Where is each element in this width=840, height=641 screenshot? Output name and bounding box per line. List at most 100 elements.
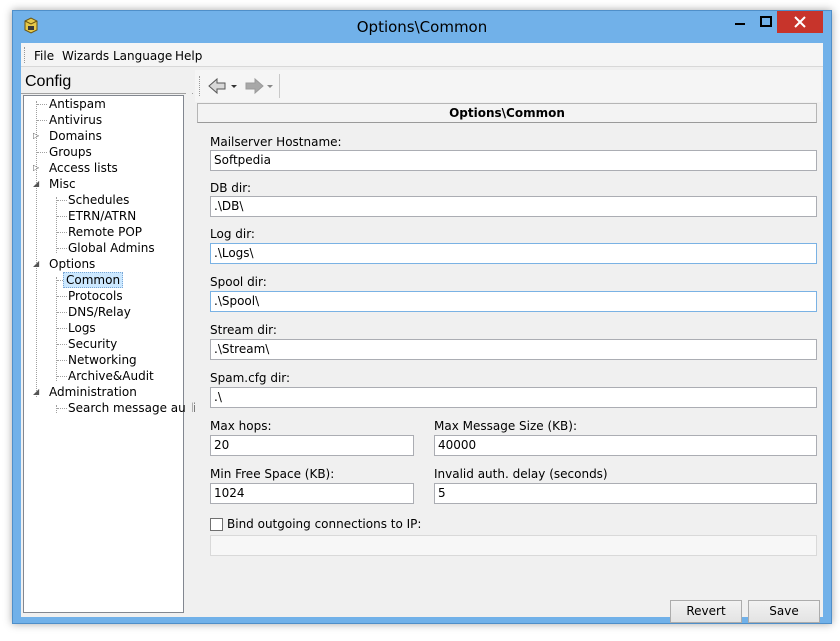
menu-help[interactable]: Help bbox=[175, 49, 202, 63]
log-dir-input[interactable]: .\Logs\ bbox=[210, 243, 817, 264]
menu-language[interactable]: Language bbox=[113, 49, 172, 63]
tree-label: Antispam bbox=[49, 97, 106, 111]
tree-label: Schedules bbox=[68, 193, 130, 207]
tree-label: Misc bbox=[49, 177, 76, 191]
toolbar-grip bbox=[199, 76, 200, 96]
tree-item-antispam[interactable]: Antispam bbox=[47, 97, 108, 113]
tree-line bbox=[37, 152, 47, 153]
forward-button[interactable] bbox=[243, 76, 277, 96]
tree-item-archive-audit[interactable]: Archive&Audit bbox=[66, 369, 156, 385]
tree-item-global-admins[interactable]: Global Admins bbox=[66, 241, 157, 257]
maximize-icon bbox=[760, 16, 772, 27]
max-size-label: Max Message Size (KB): bbox=[434, 419, 577, 433]
menu-grip bbox=[24, 47, 27, 63]
maximize-button[interactable] bbox=[753, 11, 779, 33]
tree-item-logs[interactable]: Logs bbox=[66, 321, 98, 337]
splitter[interactable] bbox=[186, 70, 192, 615]
tree-label: Domains bbox=[49, 129, 102, 143]
bind-ip-label: Bind outgoing connections to IP: bbox=[227, 517, 422, 531]
spamcfg-dir-input[interactable]: .\ bbox=[210, 387, 817, 408]
tree-label: Common bbox=[63, 272, 124, 288]
bind-ip-checkbox[interactable] bbox=[210, 518, 223, 531]
collapse-icon[interactable]: ◢ bbox=[33, 260, 41, 268]
minimize-button[interactable] bbox=[727, 11, 753, 33]
tree-label: Antivirus bbox=[49, 113, 103, 127]
tree-label: Logs bbox=[68, 321, 96, 335]
menu-file[interactable]: File bbox=[34, 49, 54, 63]
hostname-input[interactable]: Softpedia bbox=[210, 150, 817, 171]
tree-label: Options bbox=[49, 257, 96, 271]
spamcfg-dir-label: Spam.cfg dir: bbox=[210, 371, 291, 385]
close-button[interactable] bbox=[777, 11, 823, 33]
auth-delay-input[interactable]: 5 bbox=[434, 483, 817, 504]
tree-line bbox=[37, 104, 47, 105]
tree-item-antivirus[interactable]: Antivirus bbox=[47, 113, 104, 129]
hostname-label: Mailserver Hostname: bbox=[210, 135, 342, 149]
tree-item-etrn-atrn[interactable]: ETRN/ATRN bbox=[66, 209, 138, 225]
tree-item-misc[interactable]: Misc bbox=[47, 177, 78, 193]
tree-item-schedules[interactable]: Schedules bbox=[66, 193, 131, 209]
minimize-icon bbox=[735, 23, 745, 25]
title-bar: Options\Common bbox=[13, 11, 831, 43]
tree-label: ETRN/ATRN bbox=[68, 209, 137, 223]
tree-item-administration[interactable]: Administration bbox=[47, 385, 139, 401]
window-title: Options\Common bbox=[356, 18, 488, 36]
save-button[interactable]: Save bbox=[748, 600, 820, 623]
tree-label: DNS/Relay bbox=[68, 305, 131, 319]
log-dir-label: Log dir: bbox=[210, 227, 255, 241]
config-title: Config bbox=[21, 70, 193, 94]
tree-label: Networking bbox=[68, 353, 137, 367]
options-panel: Options\Common Mailserver Hostname: Soft… bbox=[195, 70, 821, 623]
auth-delay-label: Invalid auth. delay (seconds) bbox=[434, 467, 608, 481]
tree-item-protocols[interactable]: Protocols bbox=[66, 289, 125, 305]
tree-label: Access lists bbox=[49, 161, 118, 175]
spool-dir-input[interactable]: .\Spool\ bbox=[210, 291, 817, 312]
tree-item-dns-relay[interactable]: DNS/Relay bbox=[66, 305, 133, 321]
toolbar bbox=[195, 70, 821, 102]
tree-line bbox=[37, 120, 47, 121]
expand-icon[interactable]: ▷ bbox=[33, 164, 41, 172]
collapse-icon[interactable]: ◢ bbox=[33, 180, 41, 188]
toolbar-separator bbox=[279, 74, 280, 98]
db-dir-input[interactable]: .\DB\ bbox=[210, 196, 817, 217]
tree-label: Remote POP bbox=[68, 225, 143, 239]
tree-label: Global Admins bbox=[68, 241, 155, 255]
tree-item-access-lists[interactable]: Access lists bbox=[47, 161, 120, 177]
tree-label: Search message audit bbox=[68, 401, 202, 415]
arrow-left-icon bbox=[208, 77, 237, 95]
app-window: Options\Common File Wizards Language Hel… bbox=[12, 10, 832, 624]
close-icon bbox=[794, 16, 806, 28]
spool-dir-label: Spool dir: bbox=[210, 275, 267, 289]
tree-item-search-audit[interactable]: Search message audit bbox=[66, 401, 203, 417]
collapse-icon[interactable]: ◢ bbox=[33, 388, 41, 396]
tree-item-remote-pop[interactable]: Remote POP bbox=[66, 225, 144, 241]
config-tree[interactable]: Antispam Antivirus ▷ Domains Groups ▷ Ac… bbox=[23, 95, 201, 613]
tree-line bbox=[36, 101, 37, 397]
tree-item-options[interactable]: Options bbox=[47, 257, 97, 273]
tree-item-networking[interactable]: Networking bbox=[66, 353, 139, 369]
tree-label: Protocols bbox=[68, 289, 123, 303]
db-dir-label: DB dir: bbox=[210, 181, 252, 195]
tree-line bbox=[56, 277, 57, 381]
tree-line bbox=[56, 405, 57, 413]
bind-ip-input[interactable] bbox=[210, 535, 817, 556]
tree-item-domains[interactable]: Domains bbox=[47, 129, 104, 145]
tree-item-groups[interactable]: Groups bbox=[47, 145, 94, 161]
back-button[interactable] bbox=[207, 76, 241, 96]
menu-bar: File Wizards Language Help bbox=[21, 43, 823, 67]
tree-label: Security bbox=[68, 337, 118, 351]
min-free-input[interactable]: 1024 bbox=[210, 483, 414, 504]
tree-line bbox=[56, 197, 57, 253]
menu-wizards[interactable]: Wizards bbox=[62, 49, 109, 63]
stream-dir-input[interactable]: .\Stream\ bbox=[210, 339, 817, 360]
tree-item-security[interactable]: Security bbox=[66, 337, 119, 353]
max-hops-input[interactable]: 20 bbox=[210, 435, 414, 456]
tree-item-common[interactable]: Common bbox=[63, 272, 124, 289]
client-area: File Wizards Language Help Config Antisp… bbox=[21, 43, 823, 623]
max-size-input[interactable]: 40000 bbox=[434, 435, 817, 456]
expand-icon[interactable]: ▷ bbox=[33, 132, 41, 140]
tree-label: Administration bbox=[49, 385, 137, 399]
panel-title: Options\Common bbox=[197, 103, 817, 123]
min-free-label: Min Free Space (KB): bbox=[210, 467, 335, 481]
revert-button[interactable]: Revert bbox=[670, 600, 742, 623]
